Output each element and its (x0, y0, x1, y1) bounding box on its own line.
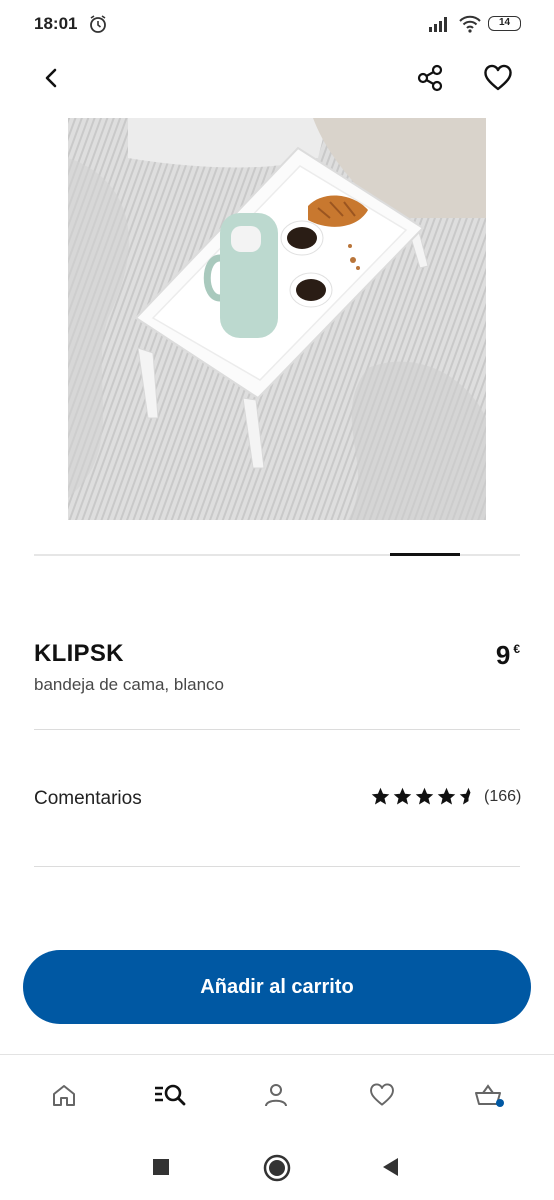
rating-stars[interactable]: (166) (370, 786, 521, 807)
cart-badge-dot (496, 1099, 504, 1107)
carousel-active-indicator (390, 553, 460, 556)
star-icon (371, 787, 390, 805)
share-icon[interactable] (414, 62, 446, 94)
price-value: 9 (495, 640, 511, 670)
home-icon (53, 1085, 75, 1106)
product-description: bandeja de cama, blanco (34, 675, 224, 694)
alarm-icon (90, 15, 106, 33)
star-icon (415, 787, 434, 805)
review-count: (166) (484, 787, 522, 805)
heart-icon[interactable] (482, 62, 514, 94)
back-nav-icon[interactable] (380, 1156, 400, 1178)
tab-profile[interactable] (258, 1077, 294, 1113)
product-price: 9 € (496, 640, 520, 671)
back-icon[interactable] (38, 64, 66, 92)
half-star-icon (459, 787, 471, 805)
heart-icon (370, 1083, 394, 1106)
signal-icon (429, 17, 447, 32)
battery-level: 14 (498, 17, 511, 28)
battery-indicator: 14 (488, 16, 521, 31)
divider (34, 729, 520, 730)
system-navigation-bar (0, 1134, 554, 1200)
search-icon (155, 1084, 186, 1106)
profile-icon (265, 1084, 287, 1107)
recents-icon[interactable] (152, 1158, 170, 1176)
star-icon (437, 787, 456, 805)
tab-search[interactable] (152, 1077, 188, 1113)
tab-favourites[interactable] (364, 1077, 400, 1113)
bottom-tab-bar (0, 1054, 554, 1135)
product-image[interactable] (68, 118, 486, 520)
reviews-label[interactable]: Comentarios (34, 788, 142, 810)
home-button-icon[interactable] (263, 1154, 291, 1182)
divider (34, 866, 520, 867)
tab-home[interactable] (46, 1077, 82, 1113)
star-icon (393, 787, 412, 805)
tab-cart[interactable] (470, 1077, 506, 1113)
price-currency: € (513, 642, 520, 656)
status-time: 18:01 (34, 14, 78, 33)
product-name: KLIPSK (34, 640, 124, 667)
wifi-icon (459, 15, 481, 33)
add-to-cart-button[interactable]: Añadir al carrito (23, 950, 531, 1024)
